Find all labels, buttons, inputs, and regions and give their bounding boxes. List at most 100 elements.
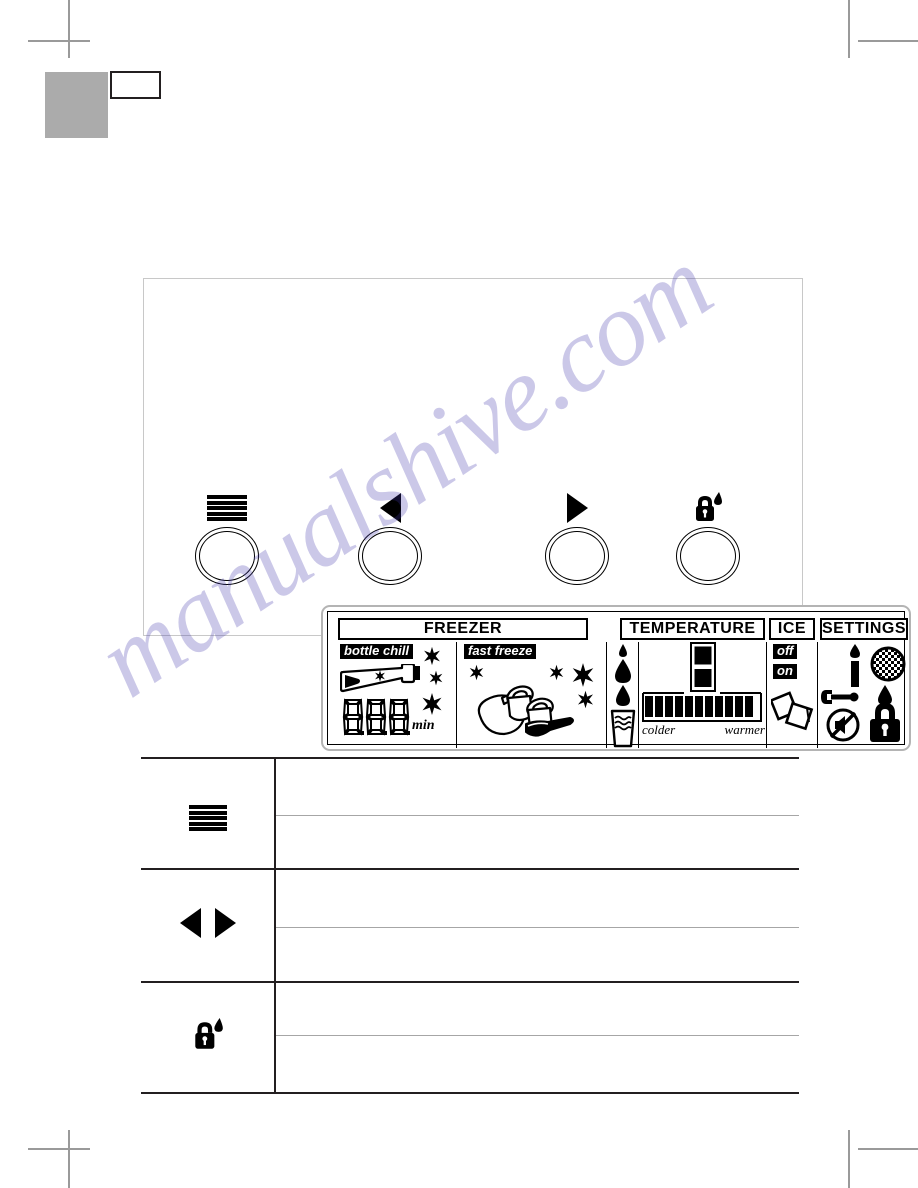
crop-mark-top-left-vertical xyxy=(68,0,70,58)
menu-button-ring[interactable] xyxy=(195,527,259,585)
snowflake-icon xyxy=(424,646,440,666)
scale-segment[interactable] xyxy=(745,696,753,717)
table-row-icon-cell xyxy=(141,758,276,869)
water-glass-icon xyxy=(610,709,636,748)
fast-freeze-label: fast freeze xyxy=(464,643,537,659)
crop-mark-top-right-horizontal xyxy=(858,40,918,42)
water-drop-icon xyxy=(615,659,631,683)
crop-mark-bottom-left-horizontal xyxy=(28,1148,90,1150)
table-row xyxy=(141,758,799,869)
wrench-icon xyxy=(821,690,859,704)
lock-drop-icon xyxy=(194,1018,223,1049)
scale-segment[interactable] xyxy=(665,696,673,717)
table-row-icon-cell xyxy=(141,982,276,1093)
table-row-text-line xyxy=(275,927,799,982)
settings-zone xyxy=(820,642,910,748)
hamburger-bars xyxy=(207,495,247,521)
ice-zone: off on xyxy=(769,642,817,748)
hamburger-icon xyxy=(191,491,263,525)
control-panel-frame: FREEZER TEMPERATURE ICE SETTINGS bottle … xyxy=(143,278,911,751)
ice-cubes-icon xyxy=(771,691,814,731)
triangle-right-icon xyxy=(541,491,613,525)
fast-freeze-zone: fast freeze xyxy=(458,642,606,748)
temperature-scale[interactable] xyxy=(642,692,762,722)
legend-table xyxy=(141,757,799,1094)
page-number-box xyxy=(110,71,161,99)
crop-mark-top-left-horizontal xyxy=(28,40,90,42)
temperature-zone: colder warmer xyxy=(640,642,765,748)
water-drop-icon xyxy=(619,644,627,657)
snowflake-icon xyxy=(429,670,443,686)
temperature-scale-segments xyxy=(645,696,753,717)
triangle-left-icon xyxy=(354,491,426,525)
crop-mark-top-right-vertical xyxy=(848,0,850,58)
seven-segment-digit xyxy=(365,698,387,736)
timer-unit-label: min xyxy=(412,718,435,733)
scale-segment[interactable] xyxy=(705,696,713,717)
candle-sabbath-icon xyxy=(850,644,860,687)
triangle-right-icon xyxy=(214,908,236,938)
lcd-display: FREEZER TEMPERATURE ICE SETTINGS bottle … xyxy=(321,605,911,751)
header-ice: ICE xyxy=(769,618,815,640)
seven-segment-digit xyxy=(388,698,410,736)
crop-mark-bottom-right-vertical xyxy=(848,1130,850,1188)
divider-bottle-fast xyxy=(456,642,457,748)
arrows-icon xyxy=(179,908,236,938)
key-lock-icon xyxy=(870,703,900,742)
table-row-text-line xyxy=(275,982,799,1036)
menu-button[interactable] xyxy=(191,491,263,586)
scale-segment[interactable] xyxy=(655,696,663,717)
scale-segment[interactable] xyxy=(735,696,743,717)
divider-fast-water xyxy=(606,642,607,748)
lock-button[interactable] xyxy=(672,491,744,586)
left-button[interactable] xyxy=(354,491,426,586)
lock-drop-icon xyxy=(672,491,744,525)
header-temperature: TEMPERATURE xyxy=(620,618,765,640)
left-button-ring[interactable] xyxy=(358,527,422,585)
table-row-text-line xyxy=(275,758,799,816)
snowflake-icon xyxy=(577,690,594,709)
header-freezer: FREEZER xyxy=(338,618,588,640)
table-row xyxy=(141,982,799,1093)
divider-ice-settings xyxy=(817,642,818,748)
frozen-food-icon xyxy=(477,685,574,737)
table-row xyxy=(141,869,799,982)
lcd-inner-border: FREEZER TEMPERATURE ICE SETTINGS bottle … xyxy=(327,611,908,748)
water-drop-icon xyxy=(616,685,630,706)
scale-segment[interactable] xyxy=(685,696,693,717)
temperature-label-colder: colder xyxy=(642,722,676,737)
water-column xyxy=(610,644,636,748)
scale-segment[interactable] xyxy=(725,696,733,717)
lock-drop-glyph xyxy=(696,492,722,521)
lock-button-ring[interactable] xyxy=(676,527,740,585)
bottle-chill-zone: bottle chill min xyxy=(338,642,456,748)
header-settings: SETTINGS xyxy=(820,618,908,640)
right-button[interactable] xyxy=(541,491,613,586)
divider-temp-ice xyxy=(766,642,767,748)
page-gray-marker xyxy=(45,72,108,138)
checkered-ball-icon xyxy=(870,646,906,682)
fridge-freezer-icon xyxy=(690,642,716,692)
temperature-label-warmer: warmer xyxy=(724,722,765,737)
table-row-icon-cell xyxy=(141,869,276,982)
table-row-text-line xyxy=(275,869,799,928)
right-button-ring[interactable] xyxy=(545,527,609,585)
speaker-mute-icon xyxy=(826,708,860,742)
ice-off-label[interactable]: off xyxy=(773,643,798,659)
scale-segment[interactable] xyxy=(695,696,703,717)
crop-mark-bottom-right-horizontal xyxy=(858,1148,918,1150)
triangle-left-icon xyxy=(179,908,201,938)
scale-segment[interactable] xyxy=(715,696,723,717)
scale-segment[interactable] xyxy=(675,696,683,717)
hamburger-icon xyxy=(188,805,227,831)
water-zone xyxy=(609,642,637,748)
seven-segment-digit xyxy=(342,698,364,736)
table-row-text-line xyxy=(275,1035,799,1093)
bottle-chill-label: bottle chill xyxy=(340,643,413,659)
divider-water-temp xyxy=(638,642,639,748)
bottle-chill-timer: min xyxy=(342,698,435,736)
ice-on-label[interactable]: on xyxy=(773,663,797,679)
scale-segment[interactable] xyxy=(645,696,653,717)
table-row-text-line xyxy=(275,815,799,869)
crop-mark-bottom-left-vertical xyxy=(68,1130,70,1188)
